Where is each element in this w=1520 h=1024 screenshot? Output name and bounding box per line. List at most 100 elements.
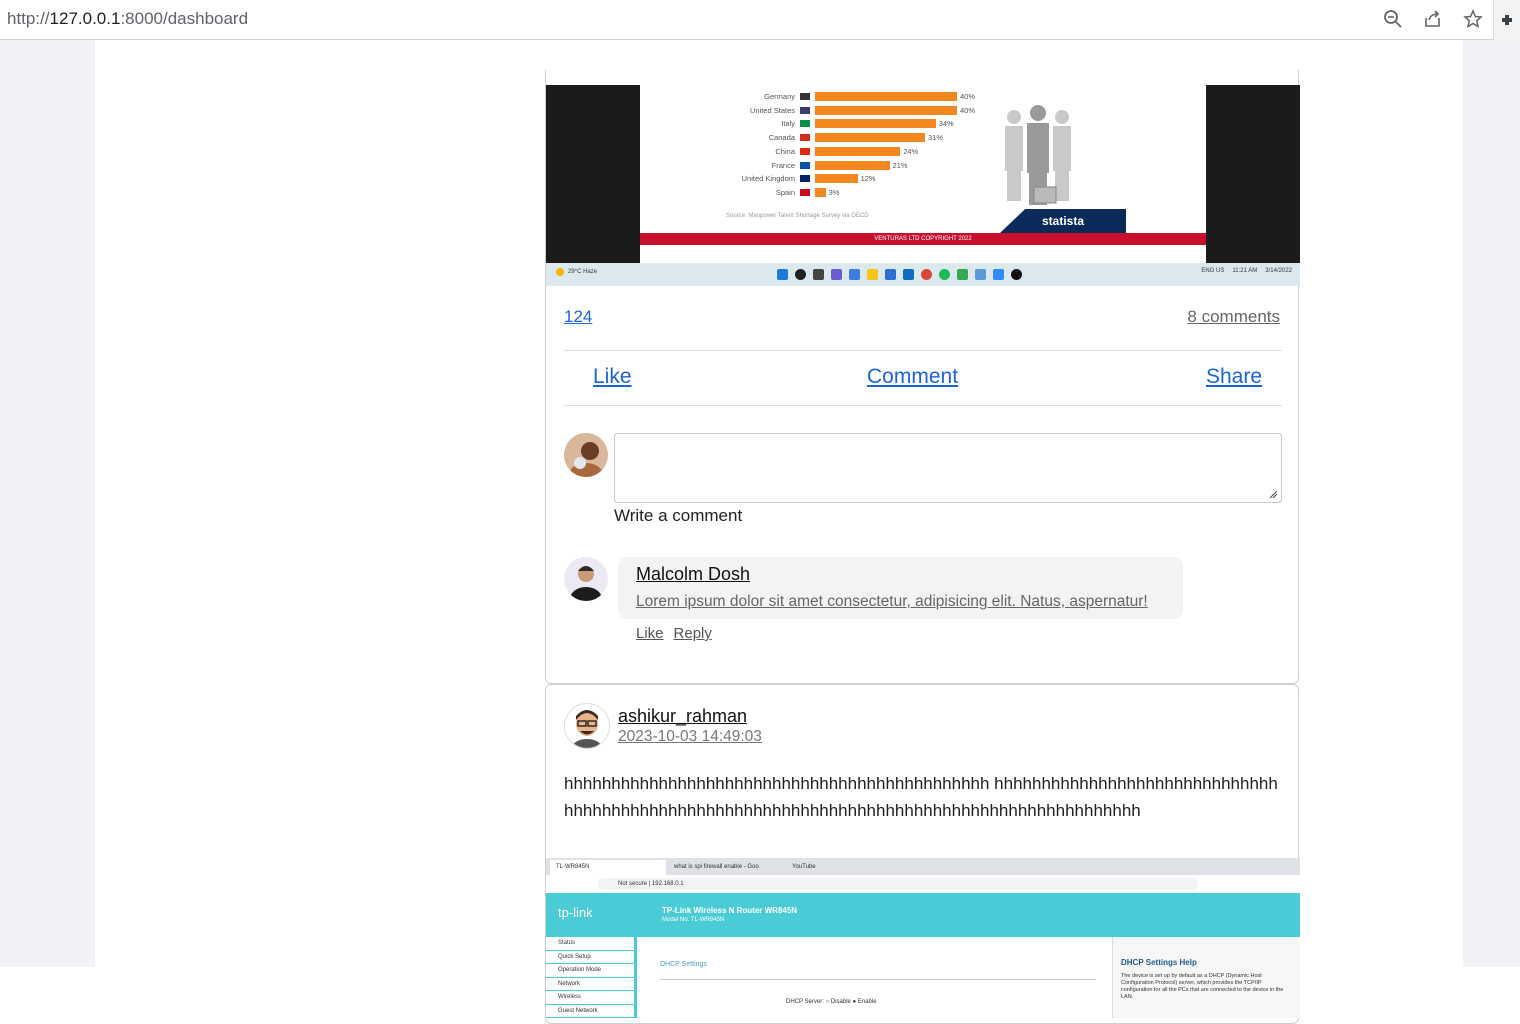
comment-count-link[interactable]: 8 comments (1187, 307, 1280, 327)
comment-input[interactable] (614, 433, 1282, 503)
share-button[interactable]: Share (1206, 365, 1262, 389)
pct-label: 40% (960, 105, 976, 115)
pct-label: 31% (928, 133, 944, 143)
comment-bubble: Malcolm Dosh Lorem ipsum dolor sit amet … (618, 557, 1183, 619)
task-view-icon (813, 269, 824, 280)
help-title: DHCP Settings Help (1121, 958, 1197, 967)
pct-label: 21% (892, 160, 908, 170)
comment-text[interactable]: Lorem ipsum dolor sit amet consectetur, … (636, 593, 1148, 611)
comment-author-link[interactable]: Malcolm Dosh (636, 564, 750, 585)
bar-row: Italy 34% (640, 118, 1206, 130)
like-button[interactable]: Like (593, 365, 632, 389)
router-model: Model No. TL-WR845N (662, 917, 725, 923)
image-browser-tabs: TL-WR845N what is spi firewall enable - … (546, 858, 1300, 875)
post-card: ashikur_rahman 2023-10-03 14:49:03 hhhhh… (545, 684, 1300, 1024)
router-title: TP-Link Wireless N Router WR845N (662, 906, 798, 915)
divider (564, 350, 1282, 351)
country-label: Germany (764, 92, 795, 101)
router-main: DHCP Settings DHCP Server: ○ Disable ● E… (638, 937, 1110, 1018)
post-date-link[interactable]: 2023-10-03 14:49:03 (618, 728, 762, 746)
post-body: hhhhhhhhhhhhhhhhhhhhhhhhhhhhhhhhhhhhhhhh… (564, 774, 1278, 820)
bar-row: Germany 40% (640, 91, 1206, 103)
bar (815, 119, 936, 129)
bar (815, 160, 890, 170)
windows-taskbar: 29°C Haze ENG US 11:21 AM 3/14/2022 (546, 263, 1300, 286)
share-icon[interactable] (1422, 8, 1444, 30)
zoom-out-icon[interactable] (1382, 8, 1404, 30)
system-tray: ENG US 11:21 AM 3/14/2022 (1201, 268, 1292, 274)
people-graphic (1000, 103, 1080, 217)
router-banner: tp-link TP-Link Wireless N Router WR845N… (546, 893, 1300, 937)
divider (660, 979, 1096, 980)
post-author-link[interactable]: ashikur_rahman (618, 706, 747, 727)
sun-icon (556, 268, 564, 276)
browser-address-bar: http://127.0.0.1:8000/dashboard (0, 0, 1520, 40)
tp-link-logo: tp-link (558, 905, 593, 920)
country-label: Canada (768, 133, 795, 143)
flag-icon (800, 175, 810, 183)
dhcp-server-row: DHCP Server: ○ Disable ● Enable (786, 999, 877, 1005)
app-icon (975, 269, 986, 280)
bar-row: Spain 3% (640, 187, 1206, 199)
spotify-icon (939, 269, 950, 280)
bar-row: United States 40% (640, 105, 1206, 117)
comment-button[interactable]: Comment (867, 365, 958, 389)
bookmark-star-icon[interactable] (1462, 8, 1484, 30)
chart-image: Germany 40% United States 40% Italy 34% Canada… (640, 85, 1206, 263)
flag-icon (800, 106, 810, 114)
current-user-avatar[interactable] (564, 433, 608, 477)
bar (815, 92, 957, 101)
chrome-icon (921, 269, 932, 280)
pct-label: 24% (903, 146, 919, 156)
bar (815, 105, 957, 115)
flag-icon (800, 93, 810, 100)
country-label: France (771, 160, 795, 170)
resize-handle-icon[interactable] (1269, 490, 1278, 499)
post-image[interactable]: Germany 40% United States 40% Italy 34% Canada… (546, 85, 1300, 286)
image-tab: what is spi firewall enable - Goo (674, 864, 759, 870)
app-icon (849, 269, 860, 280)
chat-icon (831, 269, 842, 280)
extensions-icon[interactable] (1493, 0, 1520, 40)
weather-widget: 29°C Haze (556, 268, 597, 276)
router-menu-item: Operation Mode (546, 964, 634, 978)
pct-label: 34% (938, 119, 954, 129)
comment-actions: Like Reply (636, 625, 722, 642)
like-count-link[interactable]: 124 (564, 307, 592, 327)
bar-row: China 24% (640, 146, 1206, 158)
url-field[interactable]: http://127.0.0.1:8000/dashboard (7, 9, 248, 29)
bar-row: Canada 31% (640, 132, 1206, 144)
flag-icon (800, 134, 810, 142)
comment-input-label: Write a comment (614, 506, 743, 525)
bar-row: France 21% (640, 160, 1206, 172)
country-label: United Kingdom (741, 174, 795, 184)
router-help: DHCP Settings Help The device is set up … (1112, 937, 1300, 1018)
pct-label: 40% (960, 92, 976, 101)
bar-row: United Kingdom 12% (640, 173, 1206, 185)
bar (815, 133, 926, 143)
mail-icon (903, 269, 914, 280)
windows-start-icon (777, 269, 788, 280)
router-menu-item: Quick Setup (546, 951, 634, 964)
help-text: The device is set up by default as a DHC… (1121, 973, 1284, 1000)
flag-icon (800, 161, 810, 169)
country-label: Italy (781, 119, 795, 129)
divider (564, 405, 1282, 406)
post-image[interactable]: TL-WR845N what is spi firewall enable - … (546, 858, 1300, 1018)
router-menu-item: Wireless (546, 991, 634, 1005)
flag-icon (800, 120, 810, 128)
comment-reply-link[interactable]: Reply (674, 625, 712, 642)
flag-icon (800, 188, 810, 196)
comment-like-link[interactable]: Like (636, 625, 664, 642)
pct-label: 3% (828, 187, 840, 197)
commenter-avatar[interactable] (564, 557, 608, 601)
post-card: Germany 40% United States 40% Italy 34% Canada… (545, 70, 1300, 684)
store-icon (885, 269, 896, 280)
image-tab: TL-WR845N (550, 860, 666, 875)
country-label: United States (749, 105, 795, 115)
bar (815, 187, 826, 197)
search-icon (795, 269, 806, 280)
router-menu: Status Quick Setup Operation Mode Networ… (546, 937, 637, 1018)
post-author-avatar[interactable] (564, 703, 610, 749)
zoom-icon (993, 269, 1004, 280)
